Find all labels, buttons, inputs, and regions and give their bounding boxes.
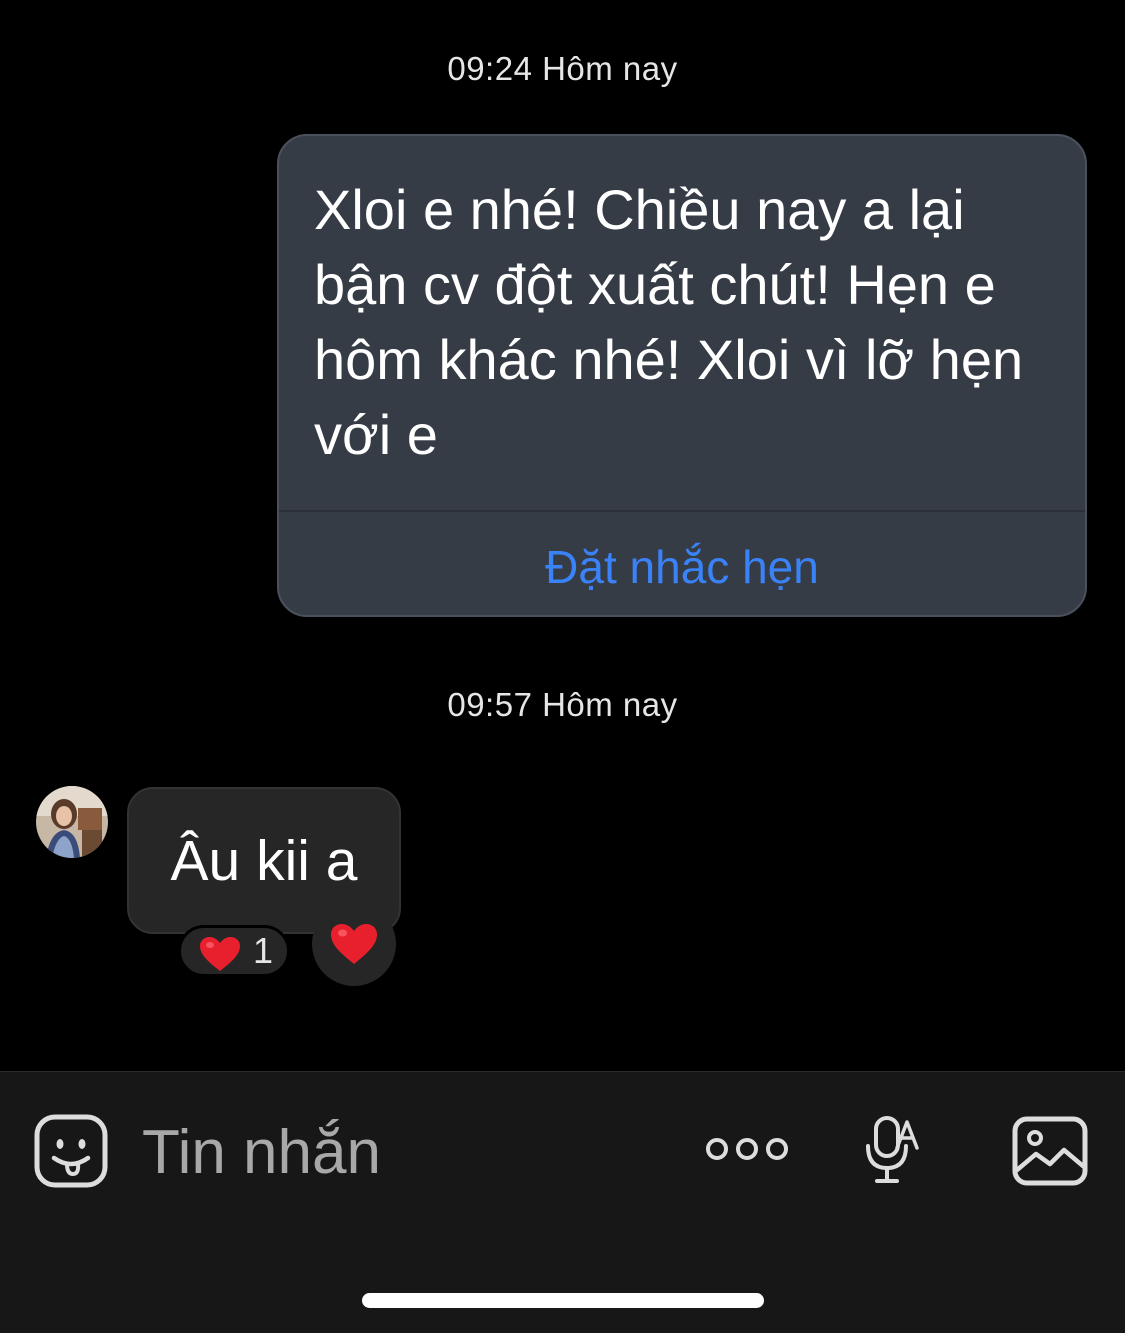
timestamp: 09:57 Hôm nay: [447, 686, 678, 723]
image-icon[interactable]: [1012, 1116, 1088, 1191]
more-icon[interactable]: [706, 1134, 788, 1169]
heart-icon: [199, 936, 241, 977]
sticker-icon[interactable]: [34, 1114, 108, 1193]
home-indicator[interactable]: [362, 1293, 764, 1308]
set-reminder-button[interactable]: Đặt nhắc hẹn: [279, 512, 1085, 615]
avatar[interactable]: [36, 786, 108, 858]
heart-icon: [331, 924, 377, 964]
sent-message-bubble[interactable]: Xloi e nhé! Chiều nay a lại bận cv đột x…: [277, 134, 1087, 617]
sent-message-text: Xloi e nhé! Chiều nay a lại bận cv đột x…: [314, 178, 1024, 466]
add-reaction-button[interactable]: [312, 902, 396, 986]
message-input[interactable]: [142, 1112, 662, 1192]
reaction-count: 1: [253, 930, 274, 971]
received-message-text: Âu kii a: [170, 829, 358, 893]
reaction-count-badge[interactable]: 1: [178, 925, 290, 977]
mic-icon[interactable]: [864, 1114, 922, 1191]
timestamp: 09:24 Hôm nay: [447, 50, 678, 87]
